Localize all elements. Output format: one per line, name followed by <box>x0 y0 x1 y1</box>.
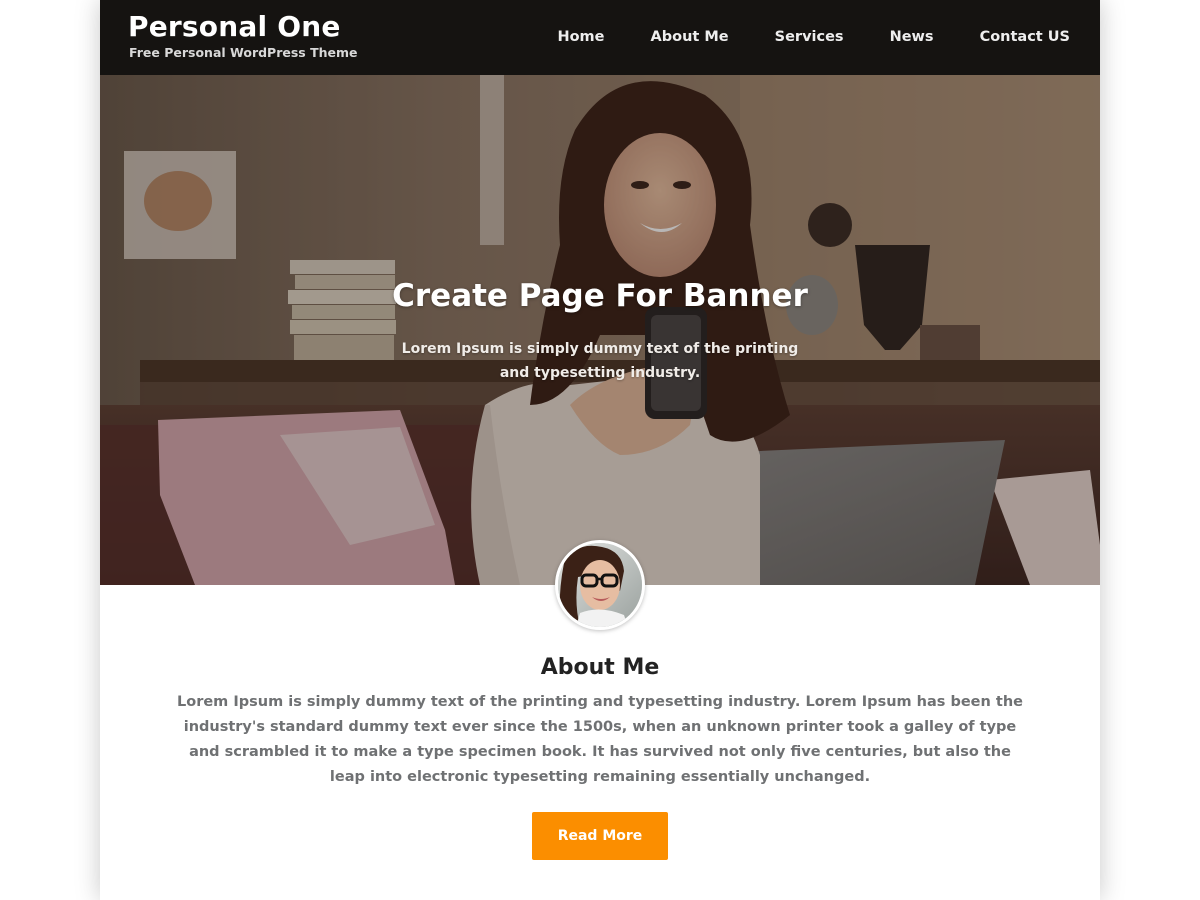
about-heading: About Me <box>540 655 660 680</box>
nav-link-home[interactable]: Home <box>511 0 604 75</box>
nav-link-about-me[interactable]: About Me <box>605 0 729 75</box>
about-text: Lorem Ipsum is simply dummy text of the … <box>177 694 1023 785</box>
hero-text: Lorem Ipsum is simply dummy text of the … <box>401 341 799 381</box>
nav-item-contact-us: Contact US <box>934 0 1100 75</box>
main-navigation: Home About Me Services News Contact US <box>511 0 1100 75</box>
hero-banner: Create Page For Banner Lorem Ipsum is si… <box>100 75 1100 585</box>
site-header: Personal One Free Personal WordPress The… <box>100 0 1100 75</box>
about-section: About Me Lorem Ipsum is simply dummy tex… <box>100 648 1100 860</box>
nav-item-news: News <box>844 0 934 75</box>
profile-avatar <box>555 540 645 630</box>
nav-list: Home About Me Services News Contact US <box>511 0 1100 75</box>
nav-item-home: Home <box>511 0 604 75</box>
nav-link-news[interactable]: News <box>844 0 934 75</box>
nav-item-services: Services <box>729 0 844 75</box>
site-title-link[interactable]: Personal One <box>128 10 358 44</box>
site-tagline: Free Personal WordPress Theme <box>129 45 358 60</box>
nav-link-services[interactable]: Services <box>729 0 844 75</box>
hero-title: Create Page For Banner <box>392 278 808 314</box>
brand: Personal One Free Personal WordPress The… <box>128 10 358 61</box>
page-container: Personal One Free Personal WordPress The… <box>100 0 1100 900</box>
read-more-button[interactable]: Read More <box>532 812 668 860</box>
woman-with-glasses-avatar-icon <box>558 543 642 627</box>
hero-content: Create Page For Banner Lorem Ipsum is si… <box>100 273 1100 385</box>
nav-link-contact-us[interactable]: Contact US <box>934 0 1100 75</box>
nav-item-about-me: About Me <box>605 0 729 75</box>
